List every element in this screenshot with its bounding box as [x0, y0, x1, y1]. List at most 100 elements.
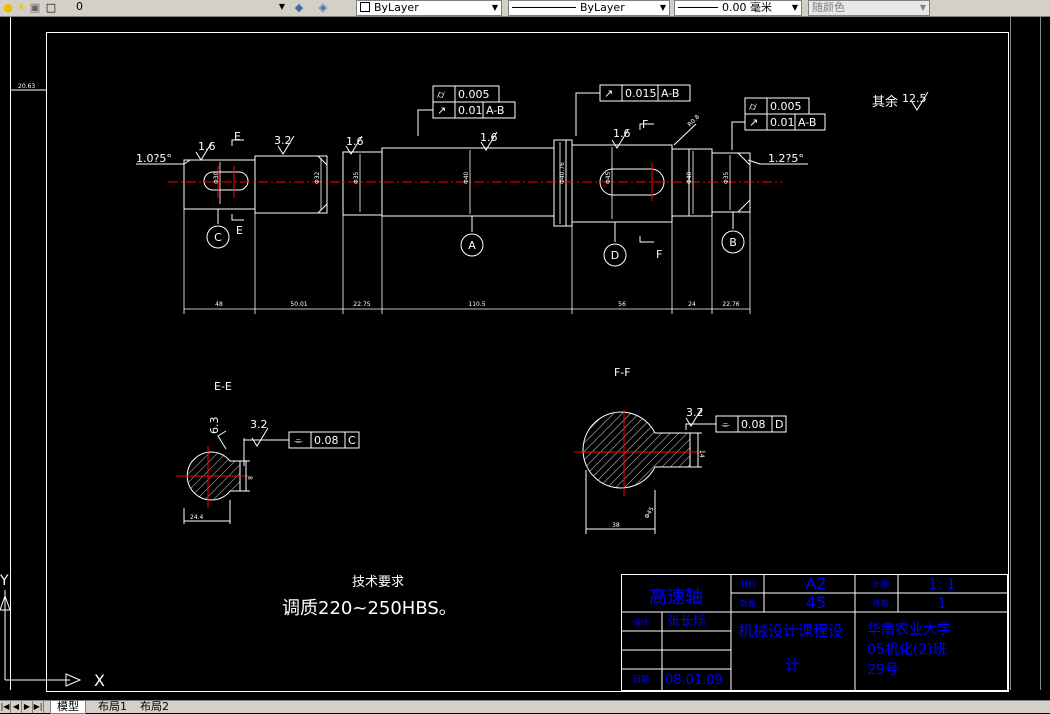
- label-material-code: 材料: [740, 579, 756, 589]
- gdt-left-runout-value: 0.005: [458, 88, 490, 101]
- dia-label-1: Φ30: [213, 171, 220, 184]
- make-layer-current-icon[interactable]: ◆: [292, 1, 306, 15]
- scale-value: 1: 1: [929, 577, 956, 593]
- layer-lock-icon[interactable]: ▣: [28, 1, 42, 15]
- properties-toolbar: ● ☀ ▣ □ 0 ▼ ◆ ◈ ByLayer ▼ ByLayer ▼ 0.00…: [0, 0, 1050, 17]
- tech-req-title: 技术要求: [352, 575, 404, 590]
- layer-on-icon[interactable]: ●: [1, 1, 15, 15]
- left-ruler-dimension: 20.63: [10, 83, 46, 91]
- layout-tab-bar: |◀ ◀ ▶ ▶| 模型 布局1 布局2: [0, 700, 1050, 714]
- gdt-right-total-icon: ↗: [749, 116, 758, 129]
- layer-color-swatch-icon[interactable]: □: [44, 1, 58, 15]
- datum-label-d: D: [611, 249, 619, 262]
- layer-freeze-icon[interactable]: ☀: [14, 1, 28, 15]
- length-dimension-chain: [183, 209, 751, 314]
- section-mark-e-top: E: [234, 130, 241, 143]
- ff-width-dim: 38: [612, 522, 620, 529]
- roughness-mark-4: 1.6: [480, 131, 498, 144]
- chamfer-right-note: 1.2?5°: [768, 152, 804, 165]
- gdt-total-runout-icon: ↗: [437, 104, 446, 117]
- chevron-down-icon: ▼: [791, 3, 799, 12]
- tab-layout1[interactable]: 布局1: [94, 701, 131, 713]
- chevron-down-icon: ▼: [491, 3, 499, 12]
- course-title-line1: 机械设计课程设: [738, 622, 843, 640]
- roughness-rest-label: 其余: [872, 94, 898, 110]
- tab-model[interactable]: 模型: [50, 701, 86, 714]
- ff-symmetry-icon: ⌯: [721, 418, 730, 431]
- color-select-value: ByLayer: [374, 1, 419, 14]
- dia-label-5: Φ40.76: [559, 162, 566, 184]
- dia-label-2: Φ32: [314, 171, 321, 184]
- color-swatch-icon: [360, 2, 370, 12]
- ruler-dim-text: 20.63: [18, 83, 35, 90]
- label-qty: 数量: [740, 598, 756, 608]
- ee-symmetry-icon: ⌯: [294, 434, 303, 447]
- drawing-canvas[interactable]: 20.63 Φ30 Φ32 Φ35 Φ40 Φ40.76 Φ45 Φ40 Φ35…: [0, 17, 1050, 700]
- roughness-rest-value: 12.5: [902, 92, 927, 105]
- keyway-left: [203, 171, 249, 191]
- gdt-left-total-value: 0.01: [458, 104, 483, 117]
- section-mark-e-bottom: E: [236, 224, 243, 237]
- ucs-icon: [0, 590, 82, 687]
- gdt-mid-runout-icon: ↗: [604, 87, 613, 100]
- label-designer: 设计: [633, 617, 649, 627]
- dim-seg-5: 56: [618, 301, 626, 308]
- lineweight-select-value: 0.00 毫米: [722, 1, 772, 14]
- gdt-right-runout-icon: ⌭: [749, 100, 757, 113]
- label-date: 日期: [633, 675, 649, 684]
- section-ee-title: E-E: [214, 380, 232, 393]
- dim-seg-1: 48: [215, 301, 223, 308]
- ee-width-dim: 24.4: [190, 514, 204, 521]
- ff-sym-value: 0.08: [741, 418, 766, 431]
- lineweight-select[interactable]: 0.00 毫米 ▼: [674, 0, 802, 16]
- tab-layout2[interactable]: 布局2: [136, 701, 173, 713]
- datum-label-c: C: [214, 231, 222, 244]
- school-line3: 29号: [867, 662, 899, 678]
- gdt-mid-runout-ref: A-B: [661, 87, 679, 100]
- sheet-size: A2: [805, 574, 826, 593]
- dia-label-8: Φ35: [723, 171, 730, 184]
- next-tab-icon[interactable]: ▶: [22, 701, 33, 713]
- ee-roughness-mark: 6.3: [208, 417, 221, 435]
- dim-seg-2: 50.01: [290, 301, 307, 308]
- datum-label-a: A: [468, 239, 476, 252]
- linetype-select[interactable]: ByLayer ▼: [508, 0, 670, 16]
- section-ff-title: F-F: [614, 366, 631, 379]
- plotstyle-select: 随颜色 ▼: [808, 0, 930, 16]
- layer-select[interactable]: 0 ▼: [58, 0, 288, 16]
- ee-sym-value: 0.08: [314, 434, 339, 447]
- ff-dia-dim: Φ45: [643, 506, 655, 520]
- layer-select-value: 0: [76, 0, 83, 13]
- school-line1: 华南农业大学: [867, 622, 951, 638]
- ff-roughness-mark: 3.2: [686, 406, 704, 419]
- prev-tab-icon[interactable]: ◀: [11, 701, 22, 713]
- dim-seg-6: 24: [688, 301, 696, 308]
- label-scale: 比例: [873, 579, 889, 589]
- gdt-mid-runout-value: 0.015: [625, 87, 657, 100]
- chevron-down-icon: ▼: [919, 3, 927, 12]
- datum-label-b: B: [729, 236, 737, 249]
- roughness-mark-2: 3.2: [274, 134, 292, 147]
- school-line2: 05机化(2)班: [867, 642, 947, 658]
- first-tab-icon[interactable]: |◀: [0, 701, 11, 713]
- ee-sym-ref: C: [348, 434, 356, 447]
- dim-seg-4: 110.5: [468, 301, 485, 308]
- roughness-mark-3: 1.6: [346, 135, 364, 148]
- date-value: 08.01.09: [665, 673, 723, 688]
- part-name: 高速轴: [649, 587, 703, 608]
- dim-seg-3: 22.75: [353, 301, 370, 308]
- chevron-down-icon: ▼: [278, 2, 286, 11]
- color-select[interactable]: ByLayer ▼: [356, 0, 502, 16]
- gdt-left-total-ref: A-B: [486, 104, 504, 117]
- linetype-select-value: ByLayer: [580, 1, 625, 14]
- ucs-x-label: X: [94, 671, 105, 690]
- chamfer-left-note: 1.0?5°: [136, 152, 172, 165]
- linetype-preview-icon: [512, 7, 576, 8]
- ff-sym-ref: D: [775, 418, 783, 431]
- section-mark-f-top: F: [642, 118, 648, 131]
- gdt-right-total-ref: A-B: [798, 116, 816, 129]
- dim-seg-7: 22.76: [722, 301, 739, 308]
- designer-name: 张长烁: [667, 614, 706, 629]
- layer-previous-icon[interactable]: ◈: [316, 1, 330, 15]
- last-tab-icon[interactable]: ▶|: [33, 701, 44, 713]
